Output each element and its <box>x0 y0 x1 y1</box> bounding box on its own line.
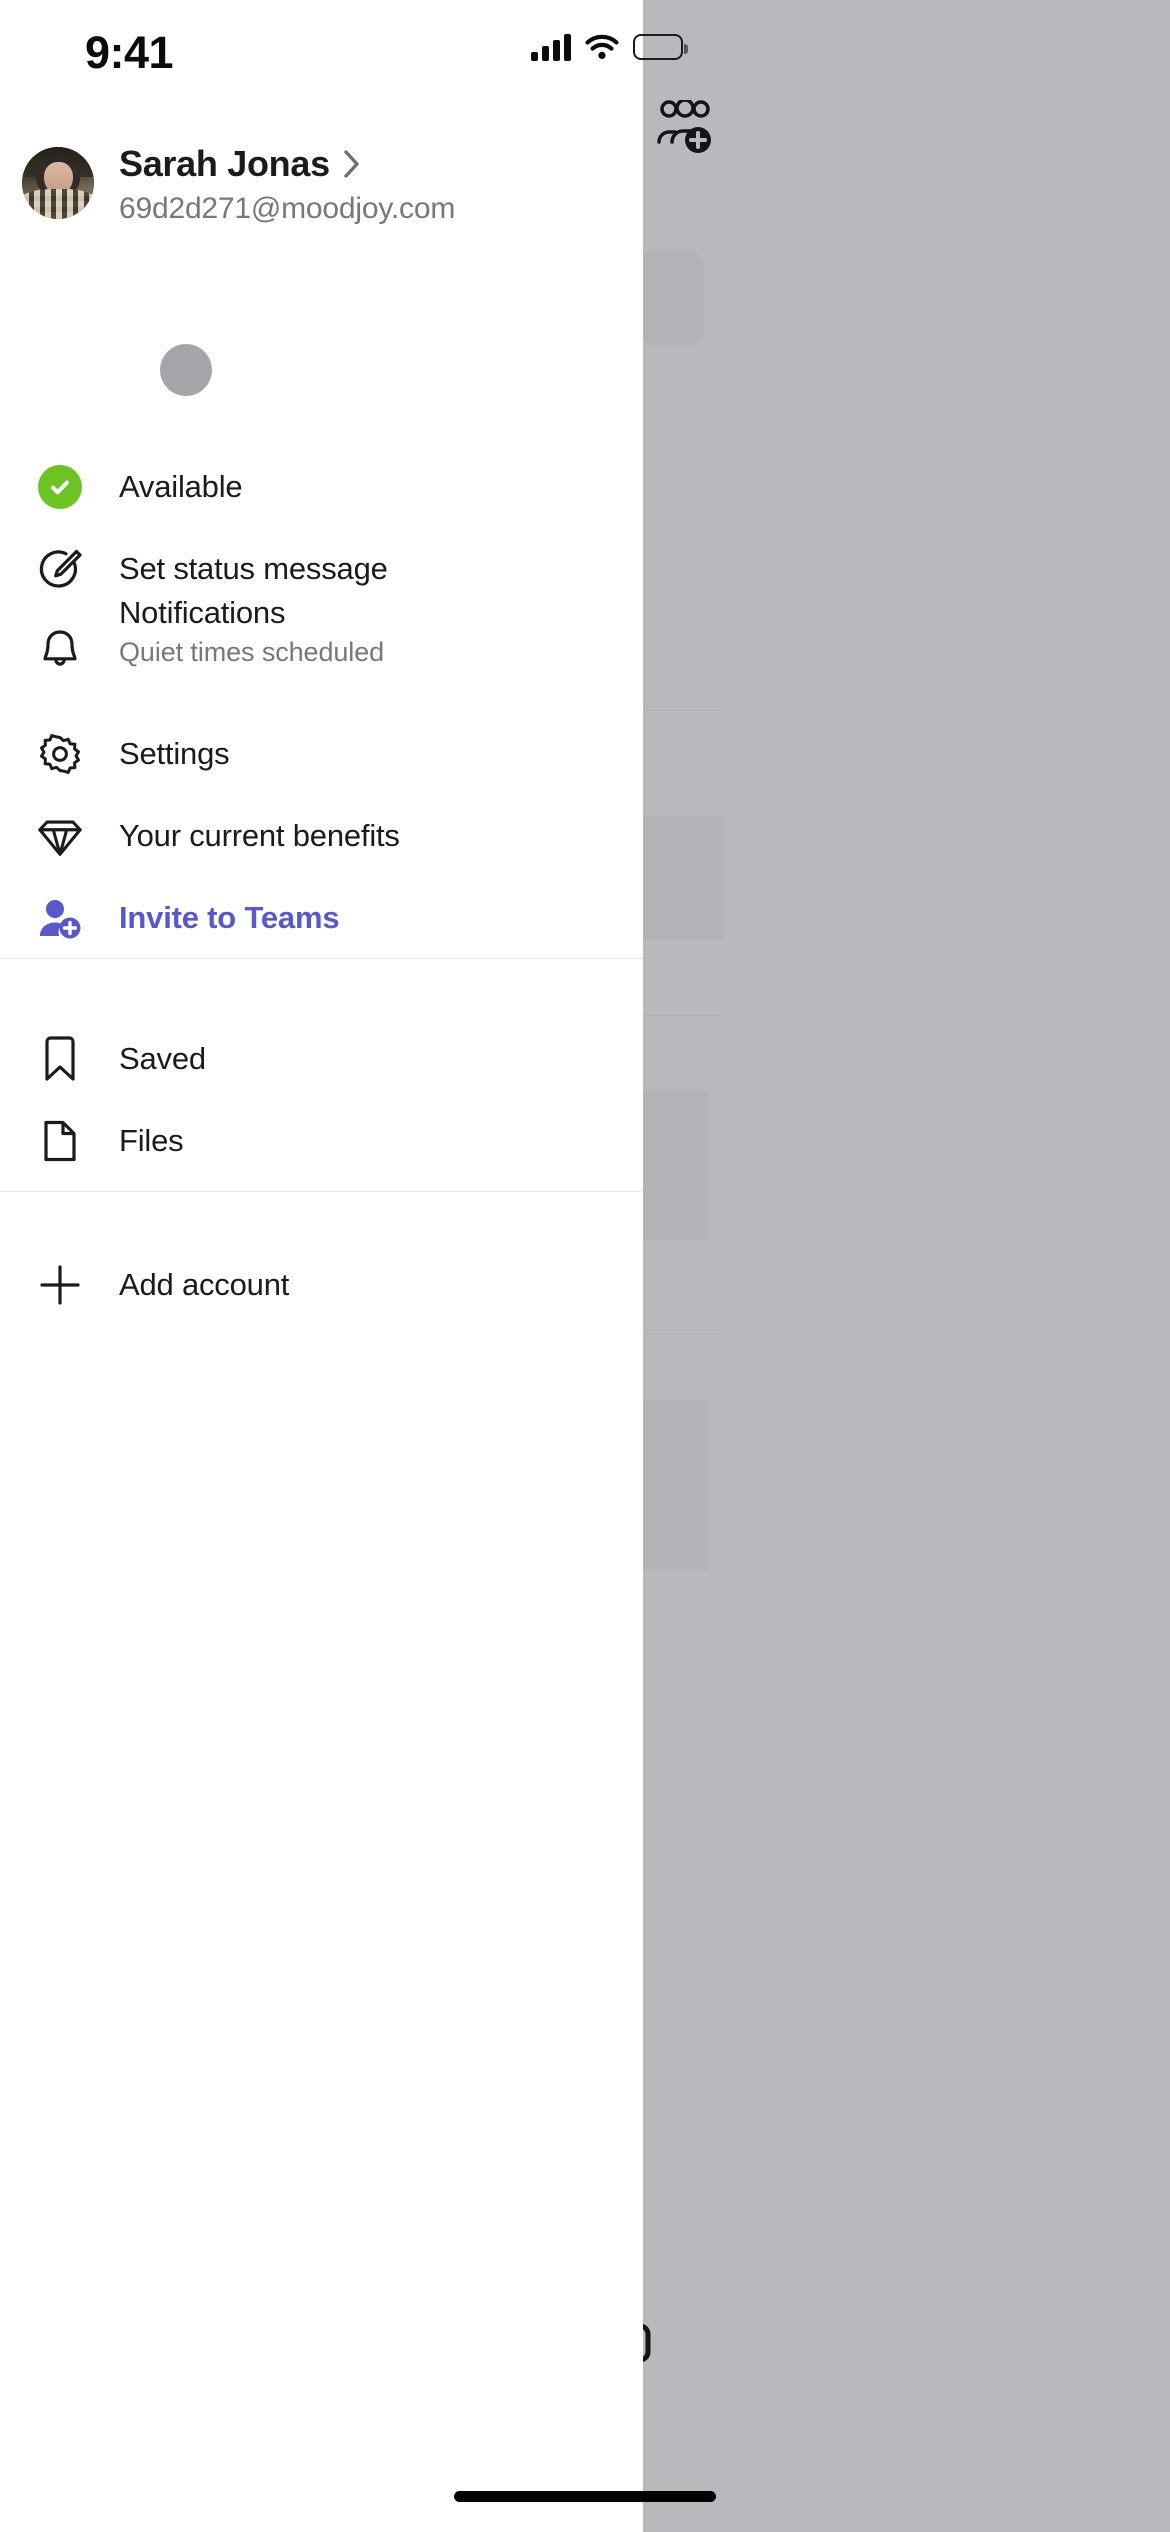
bookmark-icon <box>36 1035 84 1083</box>
wifi-icon <box>585 34 619 60</box>
section-divider <box>0 958 643 959</box>
gear-icon <box>36 730 84 778</box>
profile-name-row[interactable]: Sarah Jonas <box>119 143 629 185</box>
menu-item-label: Invite to Teams <box>119 900 340 936</box>
menu-item-labels: Notifications Quiet times scheduled <box>119 595 384 668</box>
account-drawer: 9:41 Sarah Jonas 69d2d271@moodjoy.com Av… <box>0 0 688 2532</box>
backdrop-placeholder-block <box>643 1400 708 1570</box>
chat-bubble-icon[interactable] <box>643 2320 674 2390</box>
menu-item-label: Available <box>119 469 243 505</box>
avatar[interactable] <box>22 147 94 219</box>
file-document-icon <box>36 1117 84 1165</box>
backdrop-divider <box>643 1330 725 1331</box>
menu-item-available[interactable]: Available <box>0 445 643 529</box>
menu-item-label: Files <box>119 1123 184 1159</box>
menu-item-sublabel: Quiet times scheduled <box>119 636 385 667</box>
menu-item-label: Add account <box>119 1267 290 1303</box>
profile-text: Sarah Jonas 69d2d271@moodjoy.com <box>119 143 629 226</box>
menu-item-labels: Saved <box>119 1041 206 1077</box>
edit-pencil-circle-icon <box>36 545 84 593</box>
chevron-right-icon <box>342 148 362 180</box>
backdrop-divider <box>643 1015 725 1016</box>
plus-icon <box>36 1261 84 1309</box>
backdrop-placeholder-block <box>643 1090 708 1240</box>
menu-item-label: Saved <box>119 1041 206 1077</box>
status-bar: 9:41 <box>0 0 688 96</box>
menu-item-labels: Add account <box>119 1267 289 1303</box>
menu-item-saved[interactable]: Saved <box>0 1017 643 1101</box>
add-people-group-icon[interactable] <box>656 100 716 156</box>
section-divider <box>0 1191 643 1192</box>
menu-item-label: Settings <box>119 736 230 772</box>
profile-header[interactable]: Sarah Jonas 69d2d271@moodjoy.com <box>0 143 643 253</box>
status-available-check-icon <box>36 463 84 511</box>
menu-item-labels: Your current benefits <box>119 818 400 854</box>
backdrop-placeholder-block <box>643 250 704 346</box>
backdrop-scrim[interactable] <box>643 0 1170 2532</box>
menu-item-add-account[interactable]: Add account <box>0 1243 643 1327</box>
menu-item-labels: Files <box>119 1123 184 1159</box>
status-bar-clock: 9:41 <box>85 27 174 78</box>
home-indicator <box>454 2491 716 2502</box>
menu-item-label: Set status message <box>119 551 388 587</box>
menu-item-files[interactable]: Files <box>0 1099 643 1183</box>
person-add-icon <box>36 894 84 942</box>
tap-indicator <box>160 344 212 396</box>
cellular-signal-icon <box>531 33 571 61</box>
menu-item-labels: Invite to Teams <box>119 900 340 936</box>
menu-item-labels: Available <box>119 469 243 505</box>
menu-item-label: Your current benefits <box>119 818 400 854</box>
menu-item-your-current-benefits[interactable]: Your current benefits <box>0 794 643 878</box>
page-title: Sarah Jonas <box>119 143 330 184</box>
menu-item-invite-to-teams[interactable]: Invite to Teams <box>0 876 643 960</box>
menu-item-label: Notifications <box>119 595 286 630</box>
menu-item-notifications[interactable]: Notifications Quiet times scheduled <box>0 595 643 705</box>
profile-email: 69d2d271@moodjoy.com <box>119 192 456 225</box>
menu-item-labels: Set status message <box>119 551 388 587</box>
battery-icon <box>633 34 688 60</box>
phone-screen: 9:41 Sarah Jonas 69d2d271@moodjoy.com Av… <box>0 0 1170 2532</box>
backdrop-divider <box>643 710 723 711</box>
backdrop-placeholder-block <box>643 816 724 940</box>
menu-item-settings[interactable]: Settings <box>0 712 643 796</box>
diamond-icon <box>36 812 84 860</box>
bell-icon <box>36 626 84 674</box>
status-bar-icons <box>531 33 688 61</box>
menu-item-labels: Settings <box>119 736 230 772</box>
